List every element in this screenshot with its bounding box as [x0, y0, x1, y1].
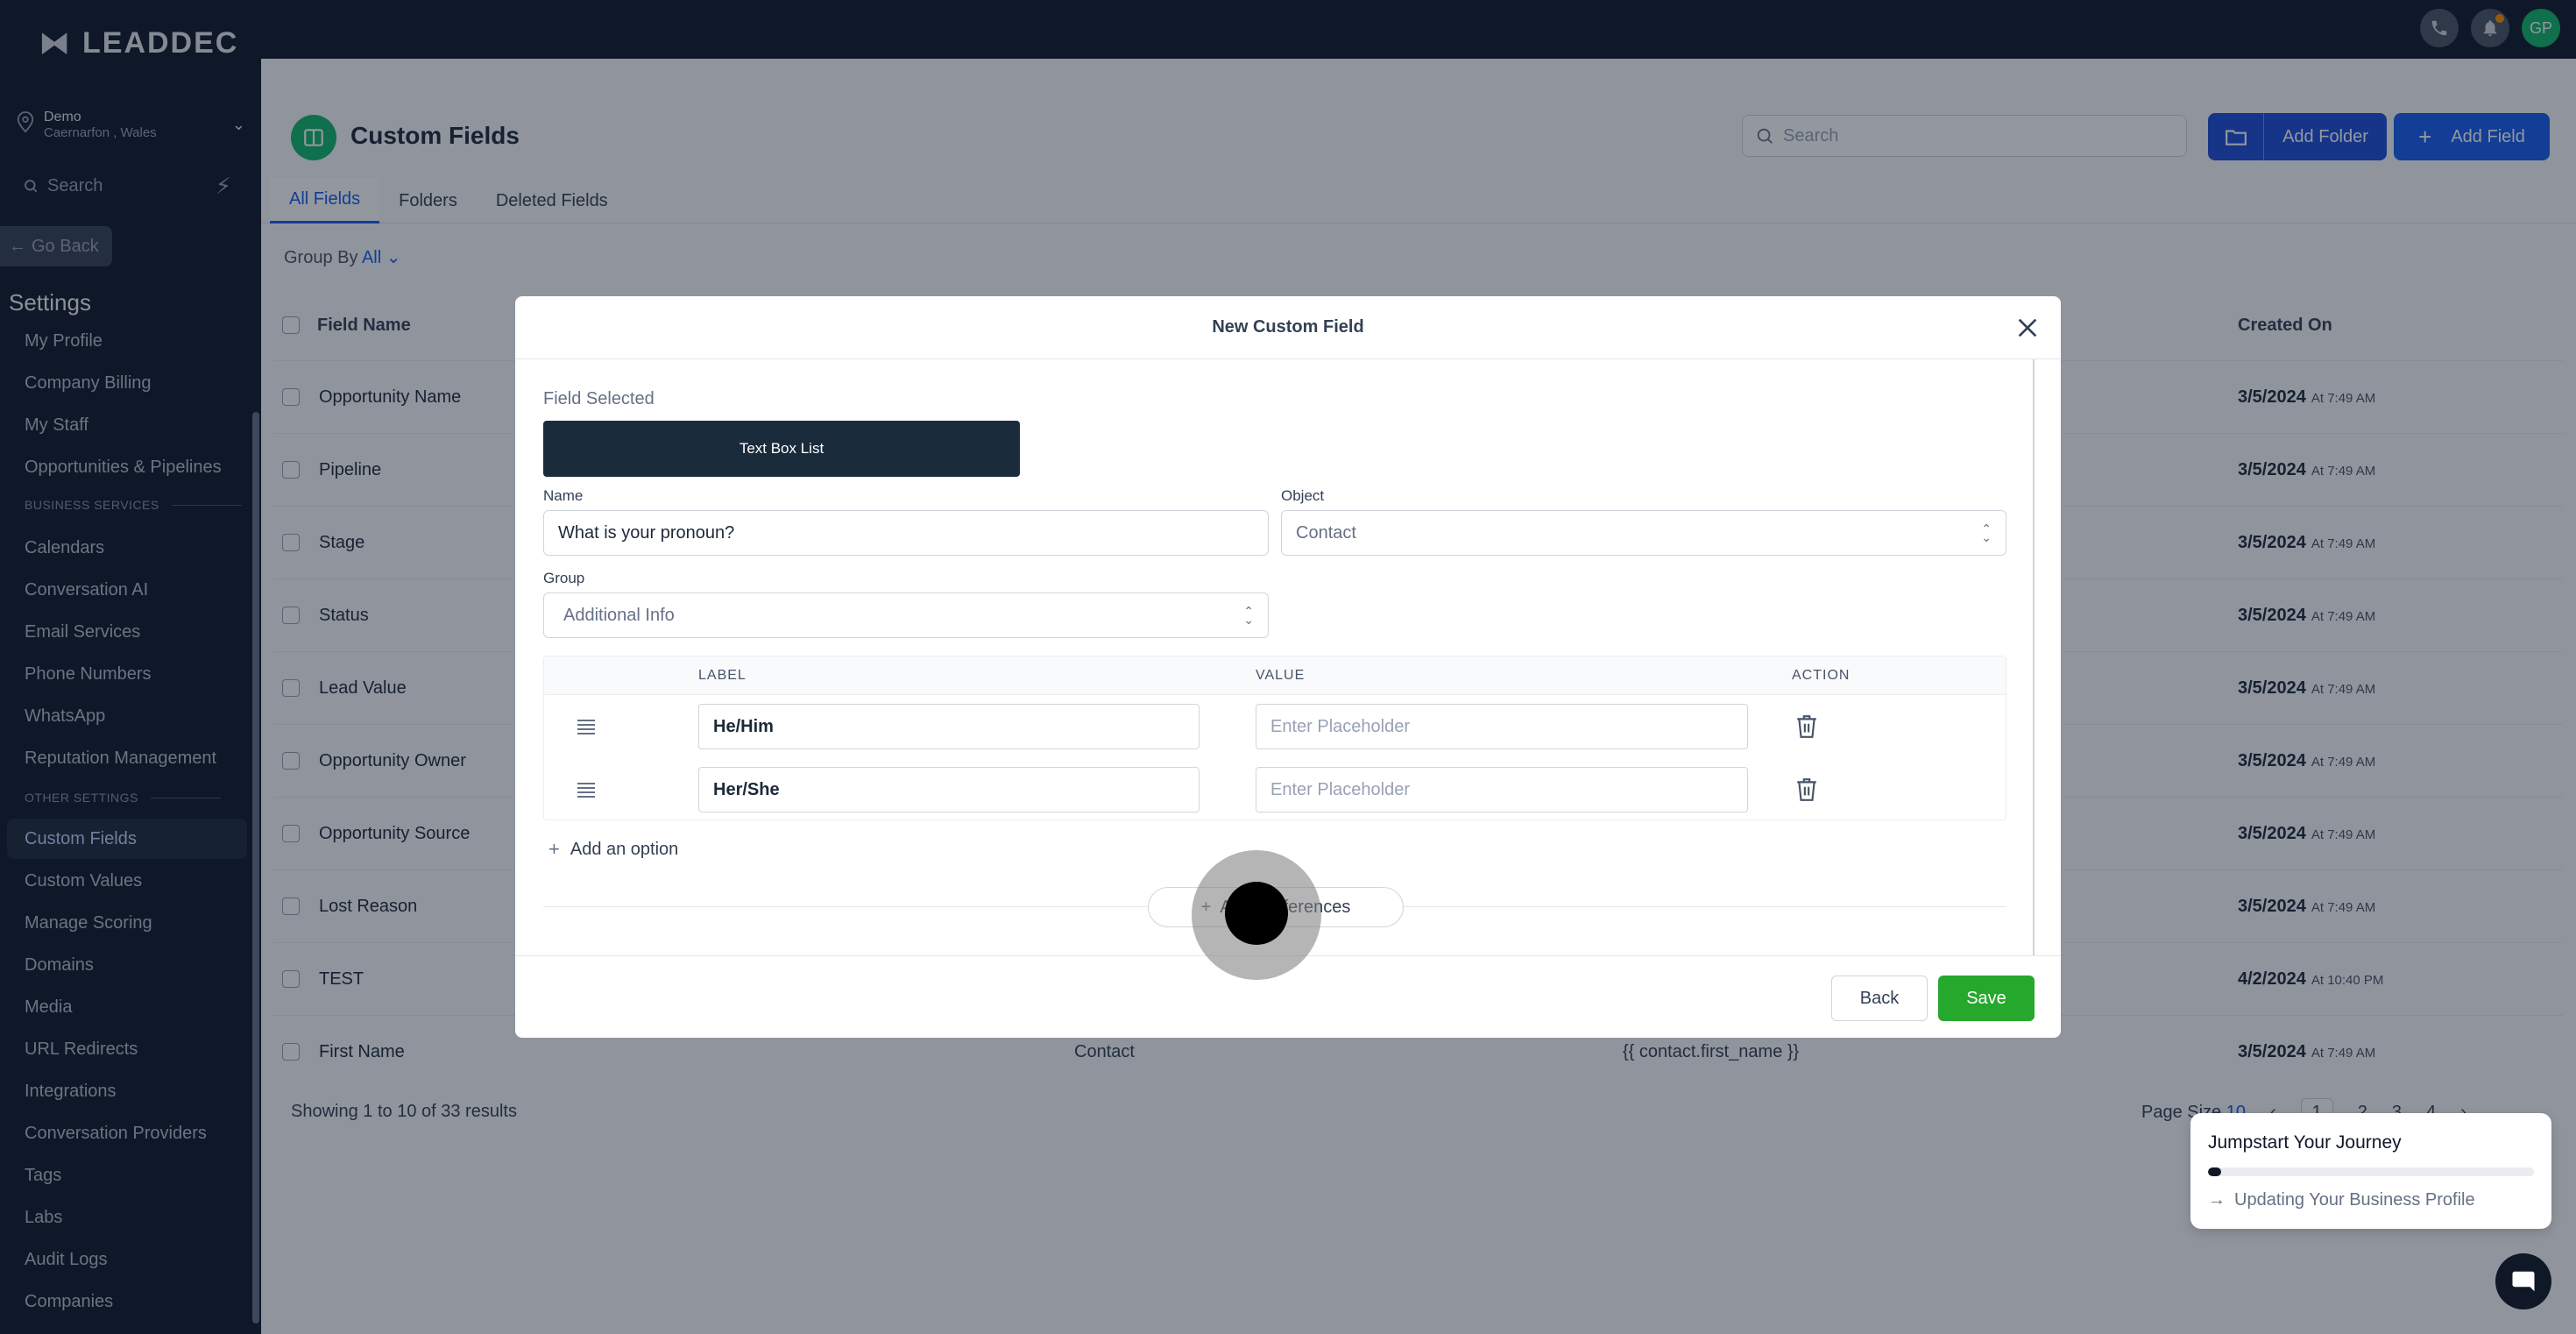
close-icon[interactable]	[2013, 314, 2042, 342]
field-type-tile[interactable]: Text Box List	[543, 421, 1020, 477]
save-button[interactable]: Save	[1938, 976, 2035, 1021]
arrow-right-icon: →	[2208, 1190, 2226, 1210]
modal-title: New Custom Field	[515, 296, 2061, 359]
options-table: LABEL VALUE ACTION He/Him Enter Placehold…	[543, 656, 2006, 820]
jumpstart-step[interactable]: → Updating Your Business Profile	[2208, 1190, 2475, 1210]
click-indicator-dot	[1225, 882, 1288, 945]
back-button[interactable]: Back	[1831, 976, 1928, 1021]
col-action: ACTION	[1792, 668, 1851, 683]
col-value: VALUE	[1256, 668, 1306, 683]
trash-icon[interactable]	[1795, 777, 1818, 802]
field-selected-label: Field Selected	[543, 389, 655, 408]
option-label-input[interactable]: Her/She	[698, 767, 1200, 812]
object-label: Object	[1281, 487, 1325, 504]
group-label: Group	[543, 570, 585, 586]
jumpstart-title: Jumpstart Your Journey	[2208, 1132, 2402, 1153]
trash-icon[interactable]	[1795, 714, 1818, 739]
options-table-header: LABEL VALUE ACTION	[544, 656, 2006, 695]
drag-handle-icon[interactable]	[576, 718, 597, 735]
chevron-updown-icon: ⌃ ⌄	[1243, 604, 1254, 627]
col-label: LABEL	[698, 668, 747, 683]
group-select[interactable]: Additional Info ⌃ ⌄	[543, 592, 1269, 638]
object-select[interactable]: Contact ⌃ ⌄	[1281, 510, 2006, 556]
option-value-input[interactable]: Enter Placeholder	[1256, 767, 1748, 812]
name-label: Name	[543, 487, 584, 504]
chevron-updown-icon: ⌃ ⌄	[1981, 522, 1992, 544]
plus-icon: +	[548, 838, 560, 860]
chat-widget-button[interactable]	[2495, 1253, 2551, 1309]
jumpstart-progress	[2208, 1167, 2534, 1176]
drag-handle-icon[interactable]	[576, 781, 597, 798]
modal-scrollbar[interactable]	[2033, 359, 2035, 955]
option-value-input[interactable]: Enter Placeholder	[1256, 704, 1748, 749]
chat-icon	[2512, 1271, 2535, 1292]
name-input[interactable]: What is your pronoun?	[543, 510, 1269, 556]
jumpstart-widget[interactable]: Jumpstart Your Journey → Updating Your B…	[2190, 1113, 2551, 1229]
option-label-input[interactable]: He/Him	[698, 704, 1200, 749]
add-option-button[interactable]: + Add an option	[548, 838, 678, 861]
